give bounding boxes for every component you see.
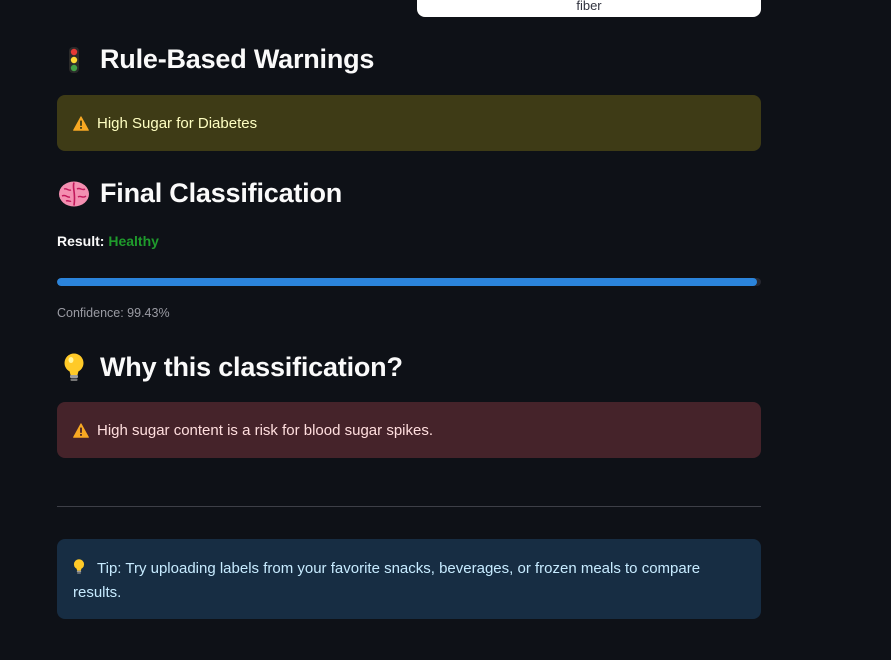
- brain-icon: [57, 180, 90, 208]
- result-value: Healthy: [108, 233, 159, 249]
- tip-text: Tip: Try uploading labels from your favo…: [73, 560, 701, 601]
- rule-based-warnings-heading: Rule-Based Warnings: [57, 44, 374, 75]
- nutrient-card-label: fiber: [576, 0, 602, 13]
- why-classification-heading: Why this classification?: [57, 352, 403, 383]
- warning-icon: [73, 115, 91, 131]
- traffic-light-icon: [57, 46, 90, 73]
- warning-icon: [73, 422, 91, 438]
- nutrient-card: fiber: [417, 0, 761, 17]
- warning-alert: High Sugar for Diabetes: [57, 95, 761, 151]
- reason-alert-text: High sugar content is a risk for blood s…: [97, 421, 433, 439]
- confidence-progress-bar: [57, 278, 761, 286]
- tip-text-wrapper: Tip: Try uploading labels from your favo…: [73, 557, 745, 605]
- tip-info-box: Tip: Try uploading labels from your favo…: [57, 539, 761, 619]
- confidence-caption: Confidence: 99.43%: [57, 306, 170, 320]
- result-line: Result: Healthy: [57, 233, 159, 249]
- lightbulb-icon: [57, 353, 90, 383]
- reason-alert: High sugar content is a risk for blood s…: [57, 402, 761, 458]
- result-label: Result:: [57, 233, 105, 249]
- rule-based-warnings-title: Rule-Based Warnings: [100, 44, 375, 74]
- lightbulb-icon: [73, 559, 91, 575]
- confidence-progress-fill: [57, 278, 757, 286]
- final-classification-heading: Final Classification: [57, 178, 342, 209]
- warning-alert-text: High Sugar for Diabetes: [97, 114, 258, 132]
- section-divider: [57, 506, 761, 507]
- final-classification-title: Final Classification: [100, 178, 343, 208]
- why-classification-title: Why this classification?: [100, 352, 403, 382]
